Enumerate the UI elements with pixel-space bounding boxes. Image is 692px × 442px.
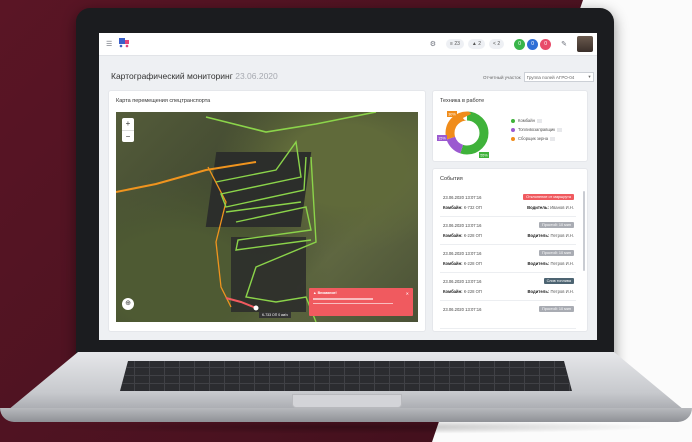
legend-dot [511,136,515,141]
menu-icon[interactable]: ☰ [106,40,112,48]
tech-card-title: Техника в работе [440,98,485,104]
event-driver: Водитель: Петров И.Н. [527,261,574,266]
event-row[interactable]: 23.06.2020 13:07:16 Простой: 10 мин [440,303,576,329]
gear-icon[interactable]: ⚙ [430,40,436,48]
legend-item[interactable]: Топливозаправщик [511,127,563,132]
event-row[interactable]: 23.06.2020 13:07:16 Простой: 10 мин Комбай… [440,247,576,273]
events-card-title: События [440,176,463,182]
donut-label: 55% [479,152,489,158]
legend-dot [511,118,515,123]
event-driver: Водитель: Петров И.Н. [527,289,574,294]
event-machine: Комбайн: К-228 ОП [443,233,482,238]
legend-item[interactable]: Сборщик зерна [511,136,562,141]
laptop-keyboard [120,361,572,391]
tasks-pill[interactable]: ≡ 23 [446,39,464,49]
event-driver: Водитель: Иванов И.Н. [527,205,574,210]
count-badge [536,118,542,123]
status-circle-blue[interactable]: 0 [527,38,539,50]
map-card: Карта перемещения спецтранспорта + − ⊕ К… [109,91,425,331]
chevron-down-icon: ▾ [588,74,591,79]
legend-item[interactable]: Комбайн [511,118,562,123]
legend-dot [511,127,515,132]
event-machine: Комбайн: К-228 ОП [443,289,482,294]
period-dropdown[interactable]: Группа полей АГРО-04 ▾ [523,72,594,82]
laptop-shadow [30,420,662,434]
locate-button[interactable]: ⊕ [122,298,134,310]
truck-logo-icon[interactable] [118,35,130,53]
event-date: 23.06.2020 13:07:16 [443,307,482,312]
alert-text-placeholder [313,298,373,300]
event-tag: Слив топлива [543,278,574,284]
event-driver: Водитель: Петров И.Н. [527,233,574,238]
event-machine: Комбайн: К-732 ОП [443,205,482,210]
donut-label: 30% [447,111,457,117]
count-badge [550,136,556,141]
alert-popup[interactable]: ▲ Внимание! ✕ [309,288,413,316]
zoom-in-button[interactable]: + [122,118,134,130]
app-topbar: ☰ ⚙ ≡ 23 ▲ 2 < 2 0 0 0 ✎ [99,33,597,56]
event-row[interactable]: 23.06.2020 13:07:16 Слив топлива Комбайн: … [440,275,576,301]
event-row[interactable]: 23.06.2020 13:07:16 Простой: 10 мин Комбай… [440,219,576,245]
tech-card: Техника в работе 30% 15% 55% Комбайн Топли… [433,91,587,161]
alert-text-placeholder [313,302,393,304]
crosshair-icon: ⊕ [125,300,131,307]
page-date: 23.06.2020 [235,71,278,81]
count-badge [557,127,563,132]
laptop-trackpad [292,394,402,408]
svg-text:30%: 30% [448,113,456,117]
event-date: 23.06.2020 13:07:16 [443,279,482,284]
vehicle-label: К-733 ОП 0 км/ч [259,312,291,318]
events-card: События 23.06.2020 13:07:16 Отклонение от… [433,169,587,331]
status-circle-red[interactable]: 0 [540,38,552,50]
svg-text:55%: 55% [480,154,488,158]
donut-chart: 30% 15% 55% [437,111,489,158]
zoom-control: + − [122,118,134,142]
event-date: 23.06.2020 13:07:16 [443,251,482,256]
event-machine: Комбайн: К-228 ОП [443,261,482,266]
share-pill[interactable]: < 2 [489,39,505,49]
svg-text:15%: 15% [438,137,446,141]
alerts-pill[interactable]: ▲ 2 [467,39,486,49]
warning-icon: ▲ [313,291,317,295]
tech-legend: Комбайн Топливозаправщик Сборщик зерна [511,118,563,145]
events-scrollbar[interactable] [583,191,585,271]
period-selector: Отчетный участок Группа полей АГРО-04 ▾ [483,72,594,82]
event-tag: Простой: 10 мин [539,222,574,228]
alert-close-icon[interactable]: ✕ [406,291,409,296]
satellite-map[interactable]: + − ⊕ К-733 ОП 0 км/ч ▲ Внимание! ✕ [116,112,418,322]
avatar[interactable] [577,36,593,52]
event-date: 23.06.2020 13:07:16 [443,195,482,200]
event-tag: Простой: 10 мин [539,250,574,256]
map-card-title: Карта перемещения спецтранспорта [116,98,211,104]
event-tag: Отклонение от маршрута [523,194,574,200]
page-title: Картографический мониторинг 23.06.2020 [111,71,278,81]
laptop-front-lip [0,408,692,422]
event-row[interactable]: 23.06.2020 13:07:16 Отклонение от маршрут… [440,191,576,217]
status-circle-green[interactable]: 0 [514,38,526,50]
laptop-screen: ☰ ⚙ ≡ 23 ▲ 2 < 2 0 0 0 ✎ Картографически… [99,33,597,340]
event-tag: Простой: 10 мин [539,306,574,312]
event-date: 23.06.2020 13:07:16 [443,223,482,228]
donut-label: 15% [437,135,447,141]
zoom-out-button[interactable]: − [122,130,134,143]
edit-icon[interactable]: ✎ [561,40,567,48]
